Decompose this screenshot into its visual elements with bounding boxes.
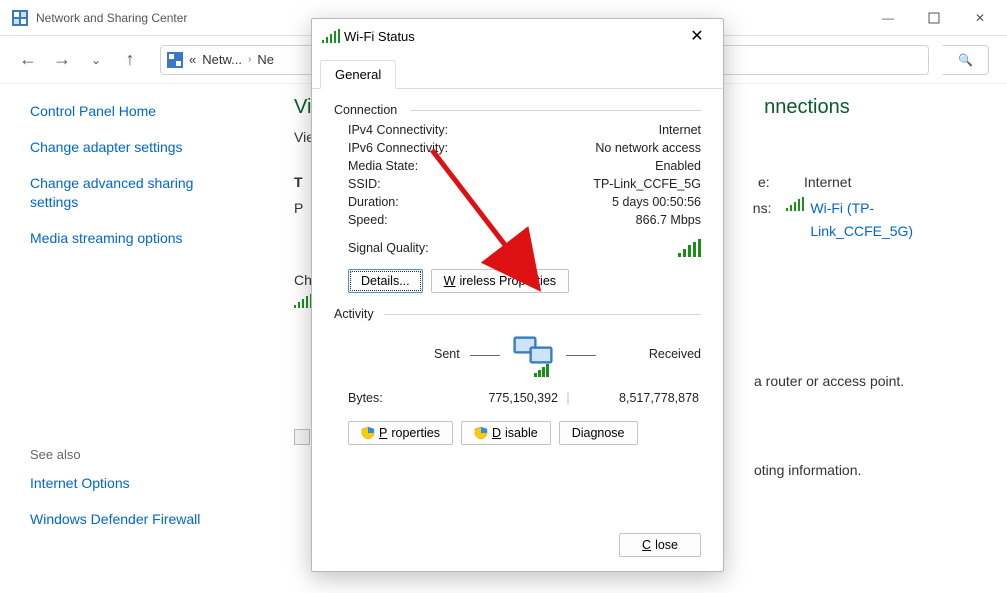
wireless-properties-button[interactable]: Wireless Properties	[431, 269, 569, 293]
connections-link[interactable]: Wi-Fi (TP-Link_CCFE_5G)	[810, 197, 975, 242]
search-icon: 🔍	[958, 53, 973, 67]
signal-quality-icon	[678, 239, 701, 257]
wifi-status-dialog: Wi-Fi Status ✕ General Connection IPv4 C…	[311, 18, 724, 572]
duration-label: Duration:	[348, 195, 399, 209]
maximize-button[interactable]	[911, 0, 957, 36]
control-panel-icon-small	[167, 52, 183, 68]
nav-forward-button[interactable]: →	[52, 49, 72, 70]
access-type-value: Internet	[804, 171, 851, 193]
control-panel-icon	[12, 10, 28, 26]
troubleshoot-text-fragment: oting information.	[754, 462, 861, 478]
see-also-heading: See also	[30, 447, 232, 462]
nav-back-button[interactable]: ←	[18, 49, 38, 70]
speed-value: 866.7 Mbps	[636, 213, 701, 227]
media-state-value: Enabled	[655, 159, 701, 173]
wifi-signal-icon	[786, 197, 804, 211]
breadcrumb-item[interactable]: Ne	[257, 52, 274, 67]
sidebar-link-advanced-sharing[interactable]: Change advanced sharing settings	[30, 174, 232, 210]
dialog-titlebar[interactable]: Wi-Fi Status ✕	[312, 19, 723, 53]
dialog-close-footer-button[interactable]: Close	[619, 533, 701, 557]
ipv4-value: Internet	[659, 123, 701, 137]
details-button[interactable]: Details...	[348, 269, 423, 293]
minimize-button[interactable]: —	[865, 0, 911, 36]
signal-quality-label: Signal Quality:	[348, 241, 429, 255]
sidebar-link-media-streaming[interactable]: Media streaming options	[30, 229, 232, 247]
disable-button[interactable]: Disable	[461, 421, 551, 445]
activity-group-label: Activity	[334, 307, 701, 321]
media-state-label: Media State:	[348, 159, 418, 173]
speed-label: Speed:	[348, 213, 388, 227]
ssid-label: SSID:	[348, 177, 381, 191]
activity-computers-icon	[510, 333, 558, 381]
page-title-right: nnections	[764, 96, 850, 118]
duration-value: 5 days 00:50:56	[612, 195, 701, 209]
diagnose-button[interactable]: Diagnose	[559, 421, 638, 445]
breadcrumb-item[interactable]: Netw...	[202, 52, 242, 67]
ipv6-label: IPv6 Connectivity:	[348, 141, 448, 155]
nav-recent-chevron[interactable]: ⌄	[86, 53, 106, 67]
properties-button[interactable]: Properties	[348, 421, 453, 445]
bytes-label: Bytes:	[348, 391, 448, 405]
ipv6-value: No network access	[595, 141, 701, 155]
search-button[interactable]: 🔍	[943, 45, 989, 75]
breadcrumb-chevron-left: «	[189, 52, 196, 67]
sent-label: Sent	[434, 347, 460, 361]
connection-group-label: Connection	[334, 103, 701, 117]
sidebar-link-adapter-settings[interactable]: Change adapter settings	[30, 138, 232, 156]
dialog-title: Wi-Fi Status	[344, 29, 679, 44]
uac-shield-icon	[361, 426, 375, 440]
adapter-icon	[294, 294, 312, 308]
sidebar-link-home[interactable]: Control Panel Home	[30, 102, 232, 120]
sidebar-link-internet-options[interactable]: Internet Options	[30, 474, 232, 492]
troubleshoot-icon-fragment	[294, 429, 310, 445]
dialog-close-button[interactable]: ✕	[679, 22, 715, 50]
close-button[interactable]: ✕	[957, 0, 1003, 36]
sidebar-link-defender-firewall[interactable]: Windows Defender Firewall	[30, 510, 232, 528]
tab-general[interactable]: General	[320, 60, 396, 89]
received-label: Received	[649, 347, 701, 361]
uac-shield-icon	[474, 426, 488, 440]
breadcrumb-sep-icon: ›	[248, 54, 251, 65]
connections-label-fragment: ns:	[753, 197, 783, 242]
sidebar: Control Panel Home Change adapter settin…	[0, 84, 262, 593]
nav-up-button[interactable]: ↑	[120, 49, 140, 70]
dialog-tabstrip: General	[312, 53, 723, 89]
ssid-value: TP-Link_CCFE_5G	[593, 177, 701, 191]
wifi-icon	[322, 29, 340, 43]
bytes-received-value: 8,517,778,878	[578, 391, 701, 405]
access-type-label-fragment: e:	[758, 171, 788, 193]
bytes-divider: |	[558, 391, 578, 405]
ipv4-label: IPv4 Connectivity:	[348, 123, 448, 137]
bytes-sent-value: 775,150,392	[448, 391, 558, 405]
activity-diagram: Sent Received	[334, 327, 701, 387]
